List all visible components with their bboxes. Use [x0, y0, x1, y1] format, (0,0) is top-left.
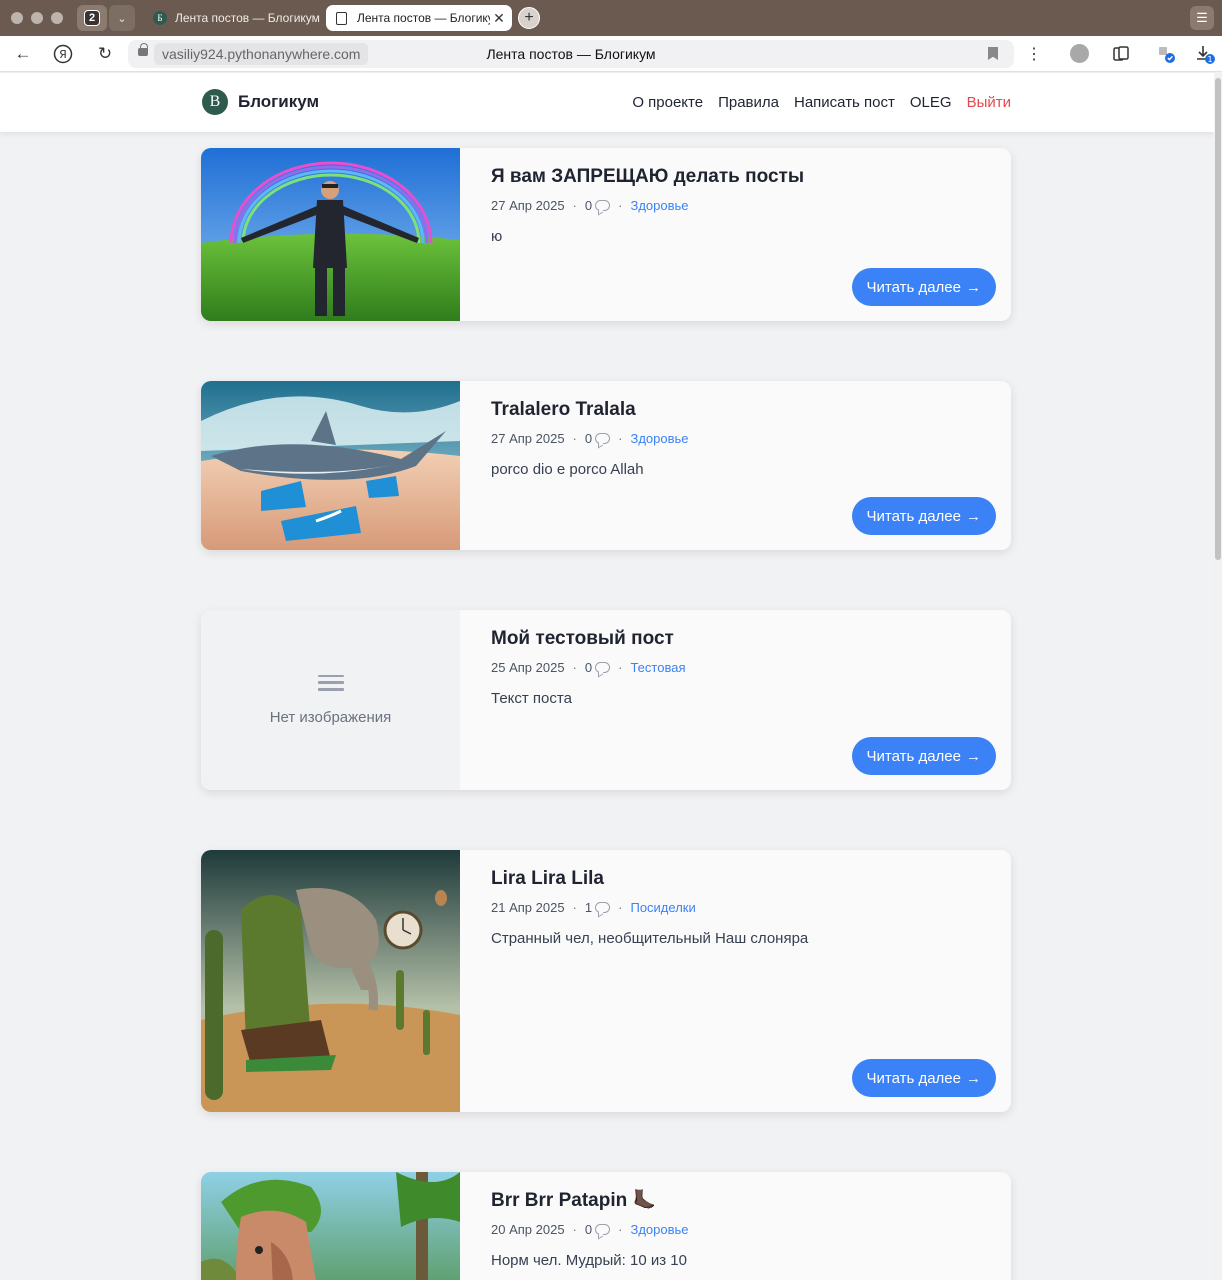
post-image-man-rainbow[interactable] — [201, 148, 460, 321]
site-header: B Блогикум О проекте Правила Написать по… — [0, 73, 1214, 132]
site-favicon-icon: Б — [153, 11, 167, 25]
post-card: Я вам ЗАПРЕЩАЮ делать посты 27 Апр 2025 … — [201, 148, 1011, 321]
post-excerpt: Странный чел, необщительный Наш слоняра — [491, 930, 809, 947]
back-icon[interactable]: ← — [12, 43, 34, 65]
comment-icon — [595, 433, 611, 444]
post-date: 27 Апр 2025 — [491, 431, 565, 446]
extension-icon[interactable] — [1155, 43, 1177, 65]
tab-counter-button[interactable]: 2 — [77, 5, 107, 31]
read-more-button[interactable]: Читать далее → — [851, 1059, 996, 1097]
yandex-icon[interactable]: Я — [52, 43, 74, 65]
arrow-right-icon: → — [966, 507, 981, 525]
post-title[interactable]: Я вам ЗАПРЕЩАЮ делать посты — [491, 166, 995, 188]
arrow-right-icon: → — [966, 278, 981, 296]
window-controls[interactable] — [11, 12, 63, 24]
svg-text:1: 1 — [1207, 55, 1212, 64]
reload-icon[interactable]: ↻ — [94, 43, 116, 65]
post-meta: 27 Апр 2025 · 0 · Здоровье — [491, 198, 689, 213]
post-card: Lira Lira Lila 21 Апр 2025 · 1 · Посидел… — [201, 850, 1011, 1112]
nav-rules[interactable]: Правила — [718, 94, 779, 111]
nav-write-post[interactable]: Написать пост — [794, 94, 895, 111]
new-tab-button[interactable]: + — [518, 7, 540, 29]
profile-icon[interactable] — [1070, 44, 1089, 63]
post-meta: 25 Апр 2025 · 0 · Тестовая — [491, 660, 686, 675]
more-icon[interactable]: ⋮ — [1023, 43, 1045, 65]
read-more-button[interactable]: Читать далее → — [851, 737, 996, 775]
close-icon[interactable]: ✕ — [490, 10, 508, 27]
post-title[interactable]: Brr Brr Patapin 🦶🏿 — [491, 1190, 995, 1212]
brand-logo-icon: B — [202, 89, 228, 115]
tab-inactive[interactable]: Б Лента постов — Блогикум — [147, 5, 322, 31]
nav-logout[interactable]: Выйти — [967, 94, 1011, 111]
post-image-shark-sneakers[interactable] — [201, 381, 460, 550]
comment-count[interactable]: 0 — [585, 198, 611, 213]
collections-icon[interactable] — [1110, 43, 1132, 65]
comment-count[interactable]: 0 — [585, 660, 611, 675]
post-title[interactable]: Tralalero Tralala — [491, 399, 995, 421]
post-meta: 20 Апр 2025 · 0 · Здоровье — [491, 1222, 689, 1237]
no-image-placeholder: Нет изображения — [201, 610, 460, 790]
browser-tab-bar: 2 ⌄ Б Лента постов — Блогикум Лента пост… — [0, 0, 1222, 36]
post-excerpt: ю — [491, 228, 503, 245]
post-image-tree-creature[interactable] — [201, 1172, 460, 1280]
post-title[interactable]: Мой тестовый пост — [491, 628, 995, 650]
comment-icon — [595, 662, 611, 673]
nav-about[interactable]: О проекте — [632, 94, 703, 111]
post-date: 27 Апр 2025 — [491, 198, 565, 213]
image-placeholder-icon — [317, 674, 344, 691]
brand-name: Блогикум — [238, 92, 320, 111]
post-card: Brr Brr Patapin 🦶🏿 20 Апр 2025 · 0 · Здо… — [201, 1172, 1011, 1280]
post-image-cactus-elephant[interactable] — [201, 850, 460, 1112]
document-icon — [336, 11, 347, 25]
nav-user-profile[interactable]: OLEG — [910, 94, 952, 111]
browser-toolbar: ← Я ↻ vasiliy924.pythonanywhere.com Лент… — [0, 36, 1222, 72]
post-excerpt: Норм чел. Мудрый: 10 из 10 — [491, 1252, 687, 1269]
comment-icon — [595, 200, 611, 211]
main-nav: О проекте Правила Написать пост OLEG Вый… — [632, 94, 1011, 111]
read-more-button[interactable]: Читать далее → — [851, 497, 996, 535]
post-excerpt: Текст поста — [491, 690, 572, 707]
post-date: 25 Апр 2025 — [491, 660, 565, 675]
post-category-link[interactable]: Здоровье — [630, 198, 688, 213]
post-card: Tralalero Tralala 27 Апр 2025 · 0 · Здор… — [201, 381, 1011, 550]
post-category-link[interactable]: Посиделки — [630, 900, 695, 915]
comment-count[interactable]: 0 — [585, 431, 611, 446]
post-category-link[interactable]: Тестовая — [630, 660, 685, 675]
arrow-right-icon: → — [966, 747, 981, 765]
svg-text:Я: Я — [59, 48, 67, 61]
brand-link[interactable]: B Блогикум — [202, 89, 319, 115]
post-category-link[interactable]: Здоровье — [630, 431, 688, 446]
post-title[interactable]: Lira Lira Lila — [491, 868, 995, 890]
arrow-right-icon: → — [966, 1069, 981, 1087]
post-meta: 21 Апр 2025 · 1 · Посиделки — [491, 900, 696, 915]
post-date: 20 Апр 2025 — [491, 1222, 565, 1237]
comment-icon — [595, 1224, 611, 1235]
comment-count[interactable]: 0 — [585, 1222, 611, 1237]
scrollbar-thumb[interactable] — [1215, 78, 1221, 560]
tab-active[interactable]: Лента постов — Блогикум ✕ — [326, 5, 512, 31]
comment-icon — [595, 902, 611, 913]
download-icon[interactable]: 1 — [1194, 43, 1216, 65]
browser-menu-icon[interactable]: ☰ — [1190, 6, 1214, 30]
post-date: 21 Апр 2025 — [491, 900, 565, 915]
address-bar[interactable]: vasiliy924.pythonanywhere.com Лента пост… — [128, 40, 1014, 68]
post-excerpt: porco dio e porco Allah — [491, 461, 644, 478]
post-card: Нет изображения Мой тестовый пост 25 Апр… — [201, 610, 1011, 790]
page-title-in-omnibox: Лента постов — Блогикум — [486, 46, 656, 62]
comment-count[interactable]: 1 — [585, 900, 611, 915]
chevron-down-icon[interactable]: ⌄ — [109, 5, 135, 31]
post-meta: 27 Апр 2025 · 0 · Здоровье — [491, 431, 689, 446]
post-category-link[interactable]: Здоровье — [630, 1222, 688, 1237]
read-more-button[interactable]: Читать далее → — [851, 268, 996, 306]
